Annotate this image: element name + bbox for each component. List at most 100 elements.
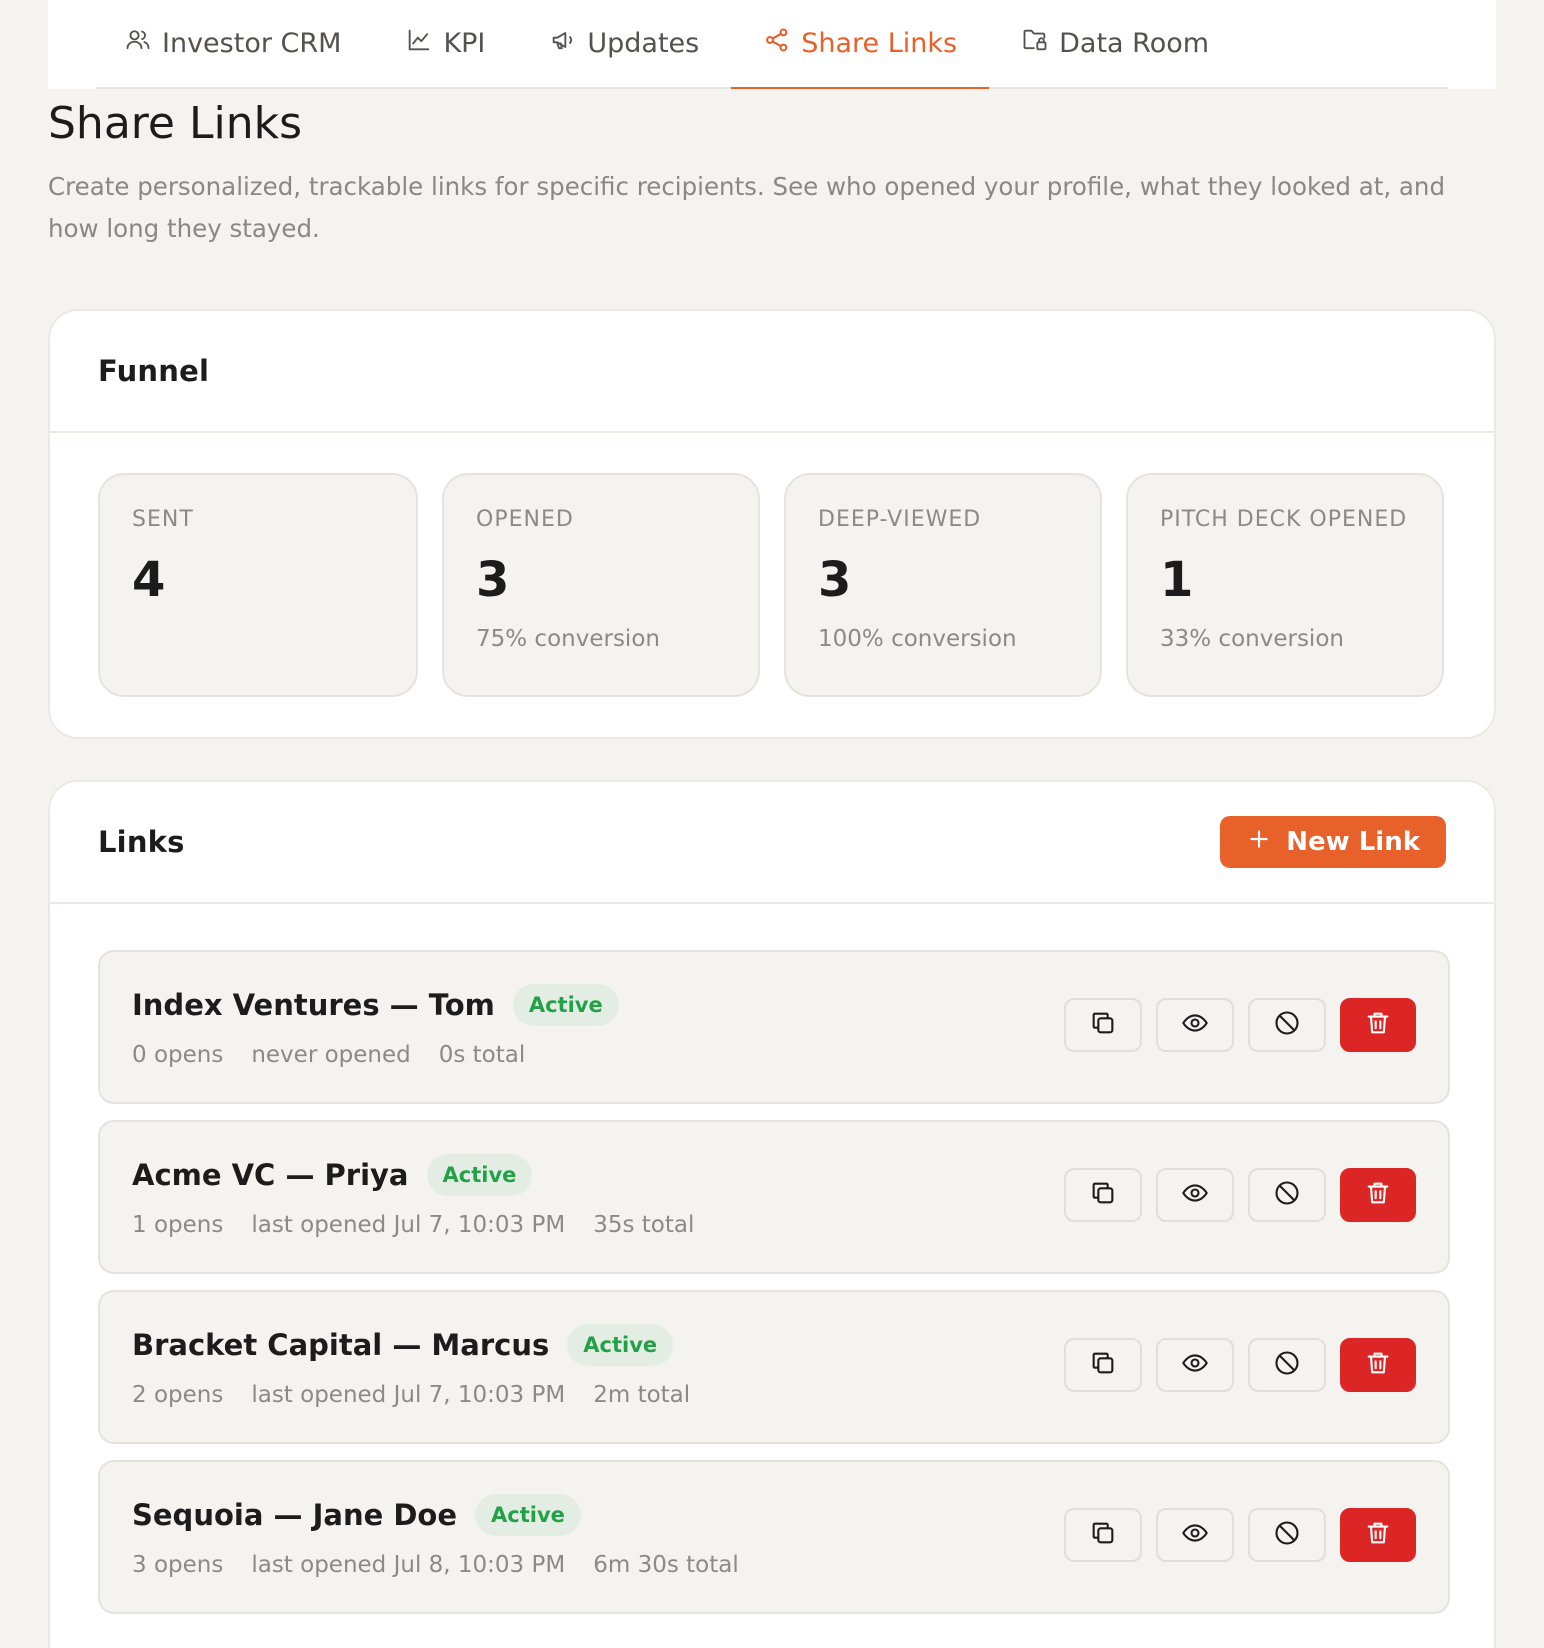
stat-deep-viewed: DEEP-VIEWED 3 100% conversion — [784, 473, 1102, 697]
disable-link-button[interactable] — [1248, 1338, 1326, 1392]
megaphone-icon — [549, 26, 577, 61]
disable-link-button[interactable] — [1248, 998, 1326, 1052]
copy-link-button[interactable] — [1064, 1338, 1142, 1392]
stat-value: 4 — [132, 552, 166, 608]
link-name: Acme VC — Priya — [132, 1158, 409, 1192]
page-title: Share Links — [48, 98, 302, 149]
disable-link-button[interactable] — [1248, 1508, 1326, 1562]
stat-label: DEEP-VIEWED — [818, 507, 982, 532]
link-meta: 3 opens last opened Jul 8, 10:03 PM 6m 3… — [132, 1552, 739, 1578]
delete-link-button[interactable] — [1340, 998, 1416, 1052]
stat-sent: SENT 4 — [98, 473, 418, 697]
stat-opened: OPENED 3 75% conversion — [442, 473, 760, 697]
tab-kpi[interactable]: KPI — [373, 0, 517, 87]
view-link-button[interactable] — [1156, 998, 1234, 1052]
eye-icon — [1181, 1009, 1209, 1041]
stat-value: 1 — [1160, 552, 1194, 608]
share-links-page: Investor CRM KPI Updates Share Links Dat… — [0, 0, 1544, 1648]
open-count: 3 opens — [132, 1552, 224, 1578]
total-time: 35s total — [593, 1212, 695, 1238]
link-name: Index Ventures — Tom — [132, 988, 495, 1022]
ban-icon — [1273, 1519, 1301, 1551]
ban-icon — [1273, 1179, 1301, 1211]
copy-icon — [1089, 1009, 1117, 1041]
view-link-button[interactable] — [1156, 1168, 1234, 1222]
total-time: 6m 30s total — [593, 1552, 739, 1578]
top-nav-bar: Investor CRM KPI Updates Share Links Dat… — [48, 0, 1496, 89]
link-meta: 0 opens never opened 0s total — [132, 1042, 525, 1068]
tab-label: Investor CRM — [162, 28, 342, 59]
last-opened: never opened — [251, 1042, 411, 1068]
copy-icon — [1089, 1179, 1117, 1211]
stat-conversion: 75% conversion — [476, 626, 660, 652]
link-row: Acme VC — Priya Active 1 opens last open… — [98, 1120, 1450, 1274]
delete-link-button[interactable] — [1340, 1338, 1416, 1392]
last-opened: last opened Jul 7, 10:03 PM — [251, 1212, 566, 1238]
last-opened: last opened Jul 7, 10:03 PM — [251, 1382, 566, 1408]
view-link-button[interactable] — [1156, 1508, 1234, 1562]
copy-icon — [1089, 1349, 1117, 1381]
link-name: Bracket Capital — Marcus — [132, 1328, 550, 1362]
link-list: Index Ventures — Tom Active 0 opens neve… — [98, 950, 1450, 1630]
tab-label: Updates — [587, 28, 700, 59]
folder-lock-icon — [1021, 26, 1049, 61]
copy-link-button[interactable] — [1064, 1168, 1142, 1222]
delete-link-button[interactable] — [1340, 1168, 1416, 1222]
stat-pitch-deck-opened: PITCH DECK OPENED 1 33% conversion — [1126, 473, 1444, 697]
open-count: 1 opens — [132, 1212, 224, 1238]
link-row: Index Ventures — Tom Active 0 opens neve… — [98, 950, 1450, 1104]
trash-icon — [1364, 1349, 1392, 1381]
link-actions — [1064, 1338, 1416, 1392]
trash-icon — [1364, 1179, 1392, 1211]
link-row: Bracket Capital — Marcus Active 2 opens … — [98, 1290, 1450, 1444]
link-actions — [1064, 1168, 1416, 1222]
stat-conversion: 33% conversion — [1160, 626, 1344, 652]
funnel-title: Funnel — [98, 354, 210, 388]
tab-bar: Investor CRM KPI Updates Share Links Dat… — [96, 0, 1448, 89]
links-card-header: Links New Link — [50, 782, 1494, 904]
link-meta: 2 opens last opened Jul 7, 10:03 PM 2m t… — [132, 1382, 690, 1408]
share-icon — [763, 26, 791, 61]
status-badge: Active — [512, 984, 619, 1026]
link-name-line: Bracket Capital — Marcus Active — [132, 1324, 674, 1366]
view-link-button[interactable] — [1156, 1338, 1234, 1392]
tab-data-room[interactable]: Data Room — [989, 0, 1241, 87]
stat-label: PITCH DECK OPENED — [1160, 507, 1408, 532]
delete-link-button[interactable] — [1340, 1508, 1416, 1562]
stat-value: 3 — [476, 552, 510, 608]
links-title: Links — [98, 825, 185, 859]
tab-investor-crm[interactable]: Investor CRM — [48, 0, 373, 87]
tab-label: Share Links — [801, 28, 958, 59]
tab-label: KPI — [443, 28, 486, 59]
page-description: Create personalized, trackable links for… — [48, 172, 1446, 243]
link-name-line: Index Ventures — Tom Active — [132, 984, 619, 1026]
link-actions — [1064, 1508, 1416, 1562]
total-time: 0s total — [438, 1042, 526, 1068]
total-time: 2m total — [593, 1382, 691, 1408]
tab-share-links[interactable]: Share Links — [731, 0, 989, 89]
copy-link-button[interactable] — [1064, 998, 1142, 1052]
status-badge: Active — [475, 1494, 581, 1536]
trash-icon — [1364, 1009, 1392, 1041]
link-meta: 1 opens last opened Jul 7, 10:03 PM 35s … — [132, 1212, 694, 1238]
stat-label: OPENED — [476, 507, 574, 532]
open-count: 2 opens — [132, 1382, 224, 1408]
new-link-button[interactable]: New Link — [1220, 816, 1446, 868]
eye-icon — [1181, 1179, 1209, 1211]
last-opened: last opened Jul 8, 10:03 PM — [251, 1552, 566, 1578]
users-icon — [124, 26, 152, 61]
disable-link-button[interactable] — [1248, 1168, 1326, 1222]
tab-updates[interactable]: Updates — [517, 0, 731, 87]
link-actions — [1064, 998, 1416, 1052]
link-name-line: Sequoia — Jane Doe Active — [132, 1494, 581, 1536]
funnel-card: Funnel SENT 4 OPENED 3 75% conversion DE… — [48, 309, 1496, 739]
funnel-card-header: Funnel — [50, 311, 1494, 433]
stat-conversion: 100% conversion — [818, 626, 1017, 652]
copy-icon — [1089, 1519, 1117, 1551]
stat-value: 3 — [818, 552, 852, 608]
link-name-line: Acme VC — Priya Active — [132, 1154, 533, 1196]
link-row: Sequoia — Jane Doe Active 3 opens last o… — [98, 1460, 1450, 1614]
stat-label: SENT — [132, 507, 194, 532]
copy-link-button[interactable] — [1064, 1508, 1142, 1562]
trash-icon — [1364, 1519, 1392, 1551]
